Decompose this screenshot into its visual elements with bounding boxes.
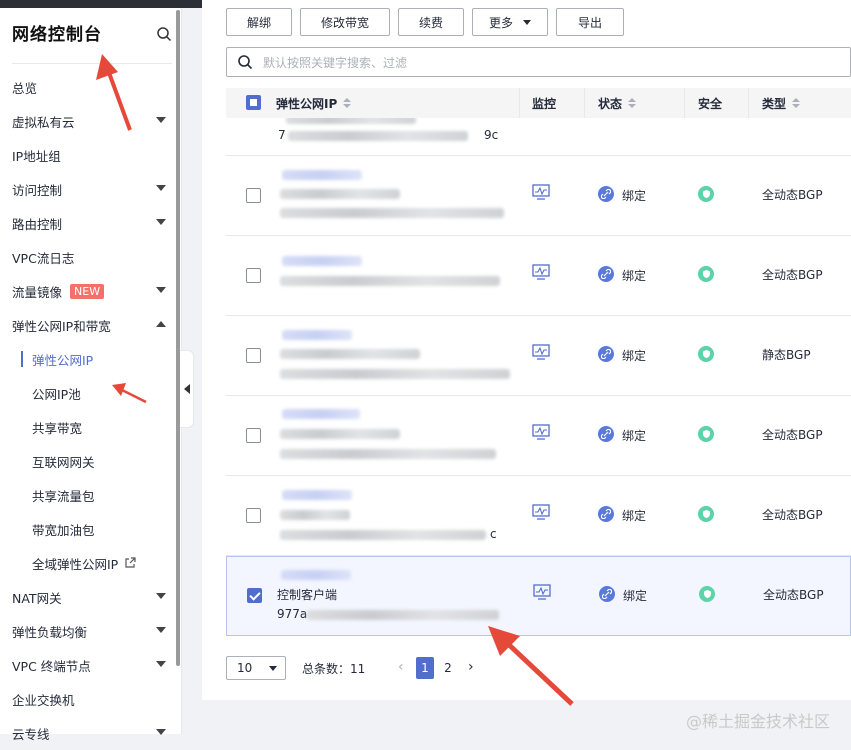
arrow-to-console-title — [96, 54, 132, 131]
arrow-to-eip-menu — [112, 383, 147, 404]
watermark: @稀土掘金技术社区 — [686, 712, 831, 731]
annotation-arrows — [96, 54, 574, 706]
arrow-to-selected-row — [488, 626, 574, 706]
